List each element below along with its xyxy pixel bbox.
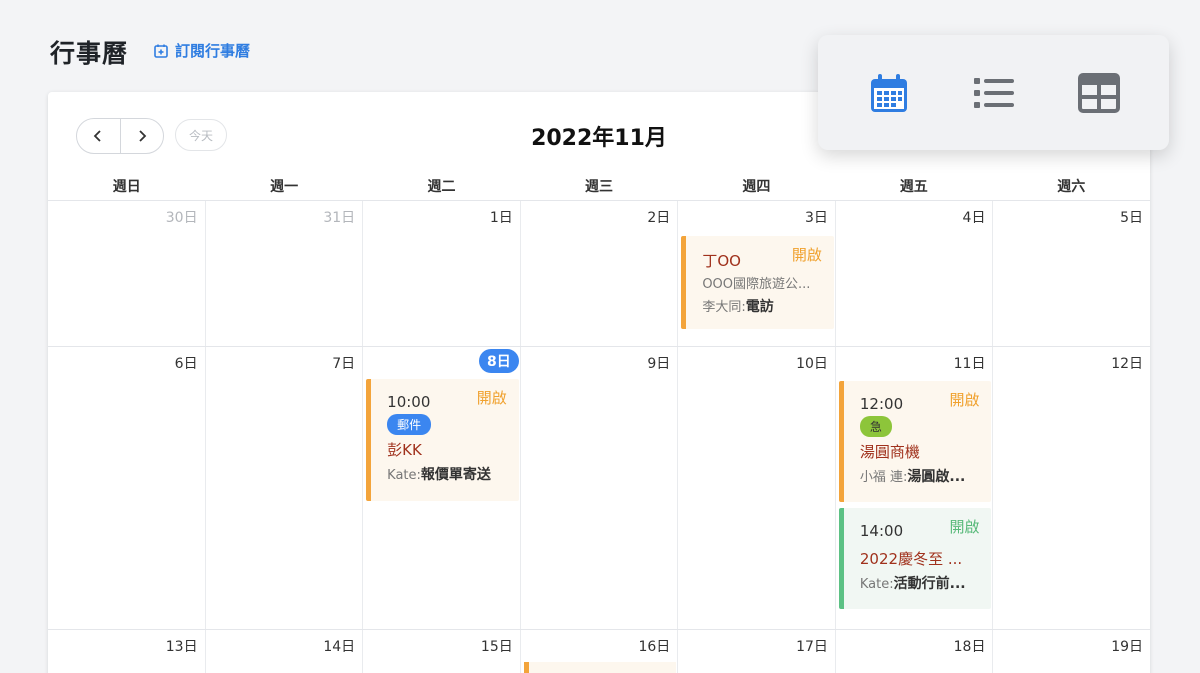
day-cell[interactable]: 30日 — [48, 201, 206, 346]
day-number: 9日 — [647, 356, 671, 372]
day-cell[interactable]: 5日 — [993, 201, 1150, 346]
day-number: 1日 — [489, 210, 513, 226]
day-number: 7日 — [332, 356, 356, 372]
subscribe-calendar-link[interactable]: 訂閱行事曆 — [153, 40, 250, 61]
list-icon — [973, 77, 1014, 108]
weekday-label: 週日 — [112, 179, 141, 195]
event-card[interactable]: 開啟 10:00 郵件 彭KK Kate:報價單寄送 — [366, 379, 519, 501]
weekday-label: 週四 — [742, 179, 771, 195]
day-cell[interactable]: 13日 — [48, 630, 206, 673]
day-number: 2日 — [647, 210, 671, 226]
day-number: 13日 — [165, 639, 198, 655]
day-cell[interactable]: 8日 開啟 10:00 郵件 彭KK Kate:報價單寄送 — [363, 347, 521, 629]
day-number: 14日 — [323, 639, 356, 655]
event-tag: 急 — [859, 416, 892, 437]
day-number: 17日 — [796, 639, 828, 655]
event-card[interactable]: 開啟 12:00 急 湯圓商機 小福 連:湯圓啟... — [838, 381, 992, 502]
day-number: 30日 — [165, 210, 198, 226]
view-switcher — [818, 35, 1169, 150]
day-number: 18日 — [953, 639, 986, 655]
month-view-button[interactable] — [859, 63, 919, 123]
event-person: Kate: — [387, 468, 421, 483]
day-number: 31日 — [323, 210, 356, 226]
event-detail: Kate:報價單寄送 — [387, 464, 509, 484]
day-cell[interactable]: 3日 開啟 丁OO OOO國際旅遊公... 李大同:電訪 — [678, 201, 836, 346]
event-action: 報價單寄送 — [420, 467, 491, 483]
day-cell[interactable]: 17日 — [678, 630, 836, 673]
event-status: 開啟 — [476, 389, 507, 407]
day-number: 4日 — [962, 210, 986, 226]
event-detail: 李大同:電訪 — [702, 296, 824, 316]
day-number: 12日 — [1111, 356, 1144, 372]
event-card[interactable]: 開啟 14:00 2022慶冬至 ... Kate:活動行前... — [838, 508, 992, 609]
page-title: 行事曆 — [50, 39, 129, 68]
weekday-label: 週六 — [1057, 179, 1086, 195]
day-cell[interactable]: 11日 開啟 12:00 急 湯圓商機 小福 連:湯圓啟... 開啟 14:00… — [836, 347, 994, 629]
day-number: 10日 — [796, 356, 828, 372]
day-cell[interactable]: 2日 — [521, 201, 679, 346]
event-card[interactable] — [523, 662, 677, 673]
day-cell[interactable]: 1日 — [363, 201, 521, 346]
event-company: OOO國際旅遊公... — [702, 277, 811, 292]
event-status: 開啟 — [791, 246, 822, 264]
day-cell[interactable]: 31日 — [206, 201, 364, 346]
event-card[interactable]: 開啟 丁OO OOO國際旅遊公... 李大同:電訪 — [681, 236, 834, 329]
weekday-label: 週三 — [584, 179, 613, 195]
calendar-icon — [870, 73, 907, 112]
day-cell[interactable]: 7日 — [206, 347, 364, 629]
event-status: 開啟 — [949, 518, 980, 536]
event-detail: 小福 連:湯圓啟... — [860, 466, 982, 486]
event-action: 電訪 — [745, 299, 774, 315]
event-action: 活動行前... — [893, 576, 966, 592]
event-name: 2022慶冬至 ... — [859, 550, 963, 568]
weekday-label: 週二 — [427, 179, 456, 195]
day-number: 19日 — [1111, 639, 1144, 655]
day-cell[interactable]: 10日 — [678, 347, 836, 629]
day-number: 5日 — [1120, 210, 1144, 226]
calendar-plus-icon — [154, 44, 168, 58]
list-view-button[interactable] — [964, 63, 1024, 123]
grid-icon — [1077, 72, 1120, 113]
day-number: 6日 — [174, 356, 198, 372]
day-number: 15日 — [480, 639, 513, 655]
day-cell[interactable]: 19日 — [993, 630, 1150, 673]
day-cell[interactable]: 4日 — [836, 201, 994, 346]
week-row: 13日 14日 15日 16日 17日 18日 19日 — [48, 630, 1150, 673]
day-number: 16日 — [638, 639, 671, 655]
event-person: 小福 連: — [859, 470, 908, 485]
day-cell[interactable]: 6日 — [48, 347, 206, 629]
event-person: 李大同: — [702, 300, 746, 315]
event-status: 開啟 — [949, 391, 980, 409]
today-day-number: 8日 — [478, 349, 519, 373]
grid-view-button[interactable] — [1069, 63, 1129, 123]
day-number: 11日 — [953, 356, 986, 372]
weekday-header: 週日 週一 週二 週三 週四 週五 週六 — [48, 176, 1150, 201]
event-person: Kate: — [859, 577, 894, 592]
day-cell[interactable]: 9日 — [521, 347, 679, 629]
day-cell[interactable]: 14日 — [206, 630, 364, 673]
calendar-grid: 30日 31日 1日 2日 3日 開啟 丁OO OOO國際旅遊公... 李大同:… — [48, 201, 1150, 673]
weekday-label: 週一 — [270, 179, 299, 195]
day-cell[interactable]: 18日 — [836, 630, 994, 673]
day-cell[interactable]: 16日 — [521, 630, 679, 673]
day-number: 3日 — [804, 210, 828, 226]
event-action: 湯圓啟... — [907, 469, 966, 485]
event-name: 湯圓商機 — [859, 443, 920, 461]
subscribe-label: 訂閱行事曆 — [175, 42, 251, 60]
day-cell[interactable]: 15日 — [363, 630, 521, 673]
weekday-label: 週五 — [899, 179, 928, 195]
week-row: 6日 7日 8日 開啟 10:00 郵件 彭KK Kate:報價單寄送 9日 1… — [48, 347, 1150, 630]
event-tag: 郵件 — [387, 414, 432, 435]
event-name: 彭KK — [387, 441, 422, 459]
week-row: 30日 31日 1日 2日 3日 開啟 丁OO OOO國際旅遊公... 李大同:… — [48, 201, 1150, 347]
day-cell[interactable]: 12日 — [993, 347, 1150, 629]
event-detail: Kate:活動行前... — [860, 573, 982, 593]
calendar-card: 今天 2022年11月 週日 週一 週二 週三 週四 週五 週六 30日 31日… — [48, 92, 1150, 673]
